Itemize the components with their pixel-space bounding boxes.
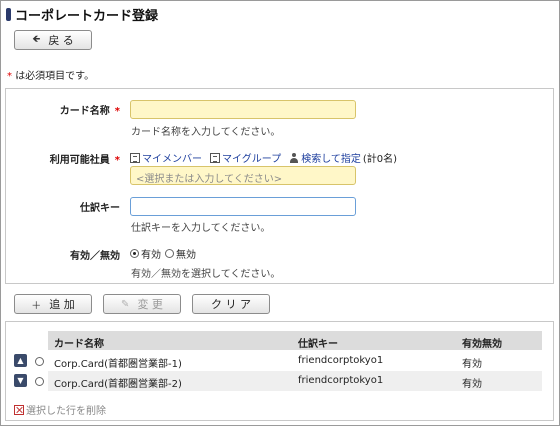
users-label-text: 利用可能社員 <box>49 155 110 166</box>
validity-label: 有効／無効 <box>70 247 120 262</box>
validity-label-text: 有効／無効 <box>70 251 120 262</box>
users-label: 利用可能社員 * <box>50 151 120 166</box>
required-mark: * <box>7 71 12 82</box>
page-title: コーポレートカード登録 <box>15 8 159 24</box>
my-members-label: マイメンバー <box>142 154 202 165</box>
radio-invalid[interactable]: 無効 <box>165 246 196 261</box>
required-mark: * <box>114 155 120 166</box>
table-header: カード名称 仕訳キー 有効無効 <box>48 331 542 350</box>
cell-card-name: Corp.Card(首都圏営業部-1) <box>54 359 182 370</box>
edit-button[interactable]: ✎ 変 更 <box>103 294 181 314</box>
move-up-button[interactable]: ▲ <box>14 354 27 367</box>
row-select-radio[interactable] <box>35 357 44 366</box>
page-header: コーポレートカード登録 <box>6 4 158 24</box>
card-name-input[interactable] <box>130 100 356 119</box>
add-button[interactable]: ＋ 追 加 <box>14 294 92 314</box>
search-assign-label: 検索して指定 <box>301 154 361 165</box>
radio-valid[interactable]: 有効 <box>130 246 161 261</box>
validity-hint: 有効／無効を選択してください。 <box>131 269 281 280</box>
row-select-radio[interactable] <box>35 377 44 386</box>
cell-journal-key: friendcorptokyo1 <box>298 375 384 386</box>
required-note-text: は必須項目です。 <box>15 71 95 82</box>
person-icon <box>289 152 299 163</box>
header-journal-key: 仕訳キー <box>298 339 338 350</box>
delete-x-icon <box>14 404 24 415</box>
arrow-left-icon: 🡸 <box>32 33 41 45</box>
edit-button-label: 変 更 <box>137 298 163 311</box>
chevron-down-icon: ▼ <box>17 376 24 385</box>
header-card-name: カード名称 <box>54 339 104 350</box>
my-groups-link[interactable]: マイグループ <box>210 150 281 165</box>
validity-radio-group: 有効 無効 <box>130 246 200 261</box>
plus-icon: ＋ <box>31 300 42 312</box>
delete-selected-label: 選択した行を削除 <box>26 406 106 417</box>
delete-selected-link[interactable]: 選択した行を削除 <box>14 402 106 417</box>
card-name-label-text: カード名称 <box>59 106 110 117</box>
cell-journal-key: friendcorptokyo1 <box>298 355 384 366</box>
clear-button-label: ク リ ア <box>211 298 251 311</box>
journal-key-hint: 仕訳キーを入力してください。 <box>131 223 271 234</box>
clear-button[interactable]: ク リ ア <box>192 294 270 314</box>
my-groups-label: マイグループ <box>222 154 282 165</box>
search-assign-link[interactable]: 検索して指定 <box>289 150 361 165</box>
chevron-up-icon: ▲ <box>17 356 24 365</box>
title-marker <box>6 7 11 21</box>
journal-key-label: 仕訳キー <box>80 199 120 214</box>
cell-status: 有効 <box>462 359 482 370</box>
radio-valid-button[interactable] <box>130 249 139 258</box>
list-icon <box>210 152 220 163</box>
back-button[interactable]: 🡸 戻 る <box>14 30 92 50</box>
selected-count: (計0名) <box>362 154 398 165</box>
card-name-hint: カード名称を入力してください。 <box>131 127 281 138</box>
radio-invalid-label: 無効 <box>176 250 196 261</box>
users-placeholder: <選択または入力してください> <box>136 174 283 185</box>
required-mark: * <box>114 106 120 117</box>
my-members-link[interactable]: マイメンバー <box>130 150 202 165</box>
cell-card-name: Corp.Card(首都圏営業部-2) <box>54 379 182 390</box>
move-down-button[interactable]: ▼ <box>14 374 27 387</box>
cell-status: 有効 <box>462 379 482 390</box>
card-name-label: カード名称 * <box>60 102 120 117</box>
radio-invalid-button[interactable] <box>165 249 174 258</box>
table-row[interactable]: Corp.Card(首都圏営業部-2) friendcorptokyo1 有効 <box>48 371 542 391</box>
required-note: * は必須項目です。 <box>7 67 94 82</box>
pencil-icon: ✎ <box>121 298 130 310</box>
table-row[interactable]: Corp.Card(首都圏営業部-1) friendcorptokyo1 有効 <box>48 351 542 371</box>
add-button-label: 追 加 <box>49 298 75 311</box>
users-input[interactable]: <選択または入力してください> <box>130 166 356 185</box>
back-button-label: 戻 る <box>48 34 74 47</box>
journal-key-input[interactable] <box>130 197 356 216</box>
list-icon <box>130 152 140 163</box>
radio-valid-label: 有効 <box>141 250 161 261</box>
header-status: 有効無効 <box>462 339 502 350</box>
user-selection-links: マイメンバー マイグループ 検索して指定 (計0名) <box>130 150 397 165</box>
journal-key-label-text: 仕訳キー <box>80 203 120 214</box>
